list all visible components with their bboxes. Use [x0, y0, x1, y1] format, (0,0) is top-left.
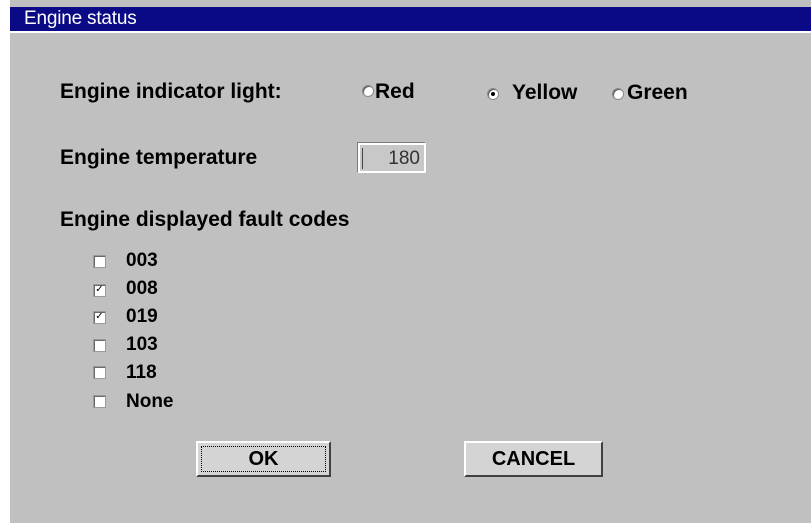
window-left-edge [0, 0, 10, 523]
engine-status-dialog: Engine status Engine indicator light: Re… [0, 0, 811, 523]
checkbox-019-label[interactable]: 019 [126, 306, 158, 328]
cancel-button-label: CANCEL [491, 448, 576, 470]
ok-button[interactable]: OK [196, 441, 331, 477]
radio-green-label[interactable]: Green [627, 81, 688, 105]
checkbox-003[interactable] [93, 255, 106, 268]
text-cursor [362, 148, 363, 169]
window-title: Engine status [24, 8, 137, 29]
radio-green[interactable] [612, 88, 624, 100]
fault-codes-label: Engine displayed fault codes [60, 208, 350, 231]
radio-red[interactable] [362, 85, 374, 97]
checkbox-none[interactable] [93, 395, 106, 408]
checkbox-003-label[interactable]: 003 [126, 250, 158, 272]
title-bar[interactable]: Engine status [10, 7, 811, 33]
checkbox-008[interactable]: ✓ [93, 284, 106, 297]
temperature-value: 180 [388, 148, 420, 169]
temperature-field[interactable]: 180 [358, 143, 426, 173]
checkbox-none-label[interactable]: None [126, 391, 174, 413]
cancel-button[interactable]: CANCEL [464, 441, 603, 477]
radio-red-label[interactable]: Red [375, 80, 415, 104]
checkbox-008-label[interactable]: 008 [126, 278, 158, 300]
checkbox-118[interactable] [93, 366, 106, 379]
focus-rectangle [201, 446, 326, 472]
indicator-light-label: Engine indicator light: [60, 80, 282, 103]
radio-yellow[interactable] [487, 88, 499, 100]
radio-yellow-label[interactable]: Yellow [512, 81, 577, 105]
checkbox-019[interactable]: ✓ [93, 311, 106, 324]
radio-selected-dot [491, 92, 495, 96]
checkbox-103[interactable] [93, 339, 106, 352]
checkbox-103-label[interactable]: 103 [126, 334, 158, 356]
checkbox-118-label[interactable]: 118 [126, 362, 157, 384]
temperature-label: Engine temperature [60, 146, 258, 169]
